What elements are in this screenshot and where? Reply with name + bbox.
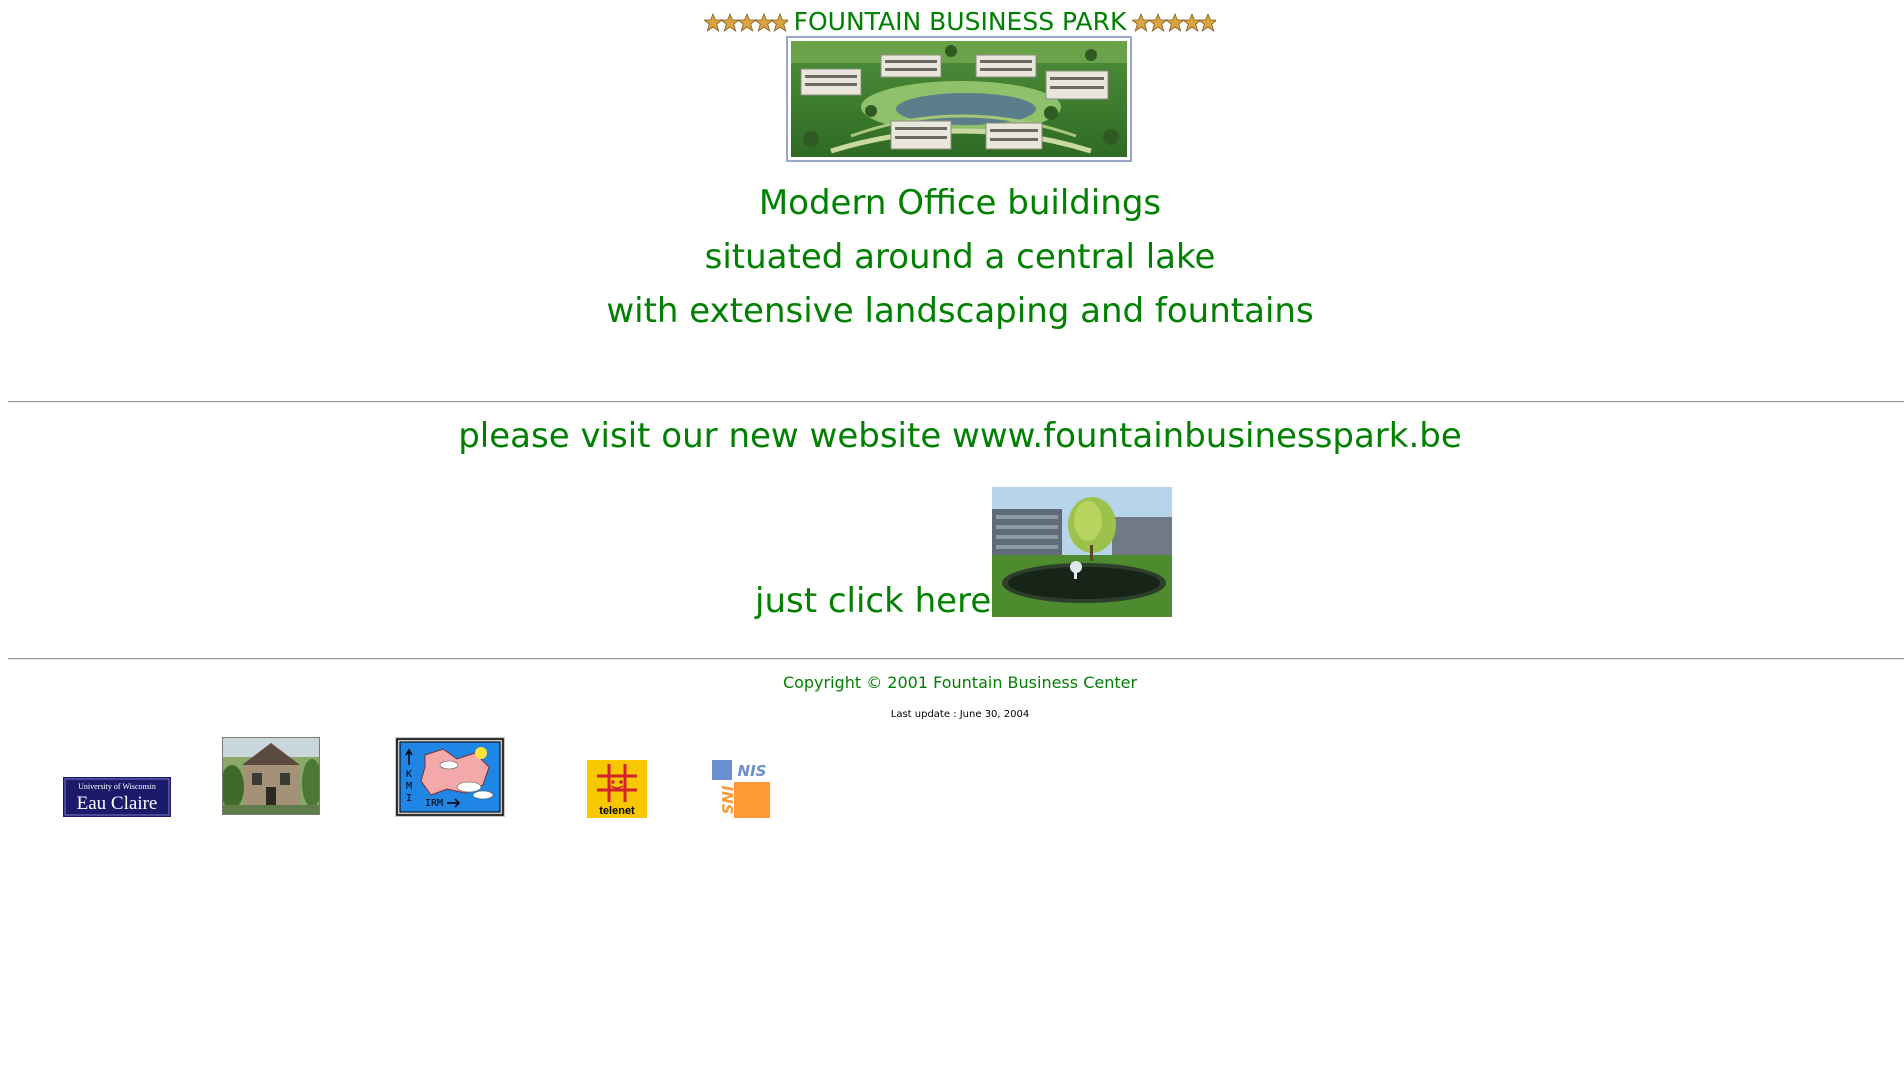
- uwec-logo-line1: University of Wisconsin: [78, 782, 156, 791]
- kmi-letter-i: I: [406, 793, 412, 804]
- divider-bottom: [8, 658, 1904, 660]
- new-website-notice: please visit our new website www.fountai…: [0, 415, 1904, 457]
- divider-top: [8, 401, 1904, 403]
- telenet-logo-text: telenet: [599, 805, 635, 817]
- business-park-aerial-photo: [786, 36, 1132, 162]
- nis-logo-text: NIS: [738, 762, 767, 780]
- copyright-text: Copyright © 2001 Fountain Business Cente…: [782, 673, 1138, 692]
- ins-logo-text: INS: [718, 786, 736, 815]
- tagline-line-3: with extensive landscaping and fountains: [606, 291, 1314, 331]
- kmi-irm-logo-link[interactable]: K M I IRM: [395, 737, 505, 817]
- new-website-link[interactable]: please visit our new website www.fountai…: [458, 416, 1462, 456]
- kmi-irm-text: IRM: [425, 798, 443, 809]
- click-here-link[interactable]: just click here: [755, 580, 991, 622]
- tagline-line-1: Modern Office buildings: [758, 183, 1162, 223]
- uwec-logo-link[interactable]: University of Wisconsin Eau Claire: [63, 777, 171, 817]
- uwec-logo-line2: Eau Claire: [77, 793, 158, 814]
- castle-photo-link[interactable]: [222, 737, 320, 815]
- nis-ins-logo-link[interactable]: NIS INS: [712, 760, 770, 818]
- page-title: FOUNTAIN BUSINESS PARK: [793, 7, 1127, 36]
- stars-right-icon: [1132, 12, 1217, 34]
- kmi-letter-m: M: [406, 781, 412, 792]
- tagline-line-2: situated around a central lake: [704, 237, 1216, 277]
- kmi-letter-k: K: [406, 769, 412, 780]
- last-update-text: Last update : June 30, 2004: [890, 709, 1030, 720]
- telenet-logo-link[interactable]: telenet: [587, 760, 647, 818]
- page-header: FOUNTAIN BUSINESS PARK: [0, 6, 1904, 38]
- stars-left-icon: [703, 12, 788, 34]
- lake-fountain-photo-link[interactable]: [992, 487, 1172, 617]
